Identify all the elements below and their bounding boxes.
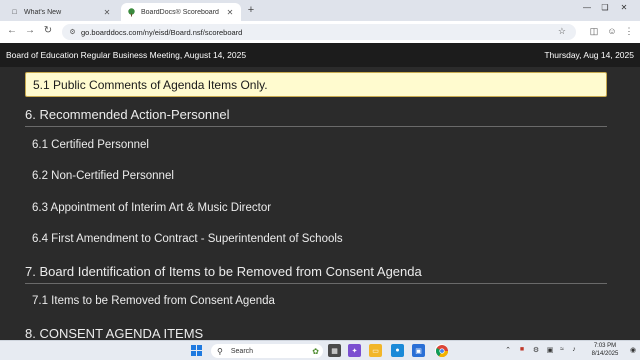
tab-title: BoardDocs® Scoreboard	[141, 8, 219, 16]
taskbar-clock[interactable]: 7:03 PM 8/14/2025	[584, 342, 626, 358]
forward-arrow-icon[interactable]: →	[24, 25, 36, 36]
windows-taskbar: ⚲ Search ✿ ▦ ✦ ▭ ● ▣ ⌃ ■ ⚙ ▣ ≈ ♪ 7:03 PM…	[0, 340, 640, 360]
scoreboard-page: Board of Education Regular Business Meet…	[0, 43, 640, 340]
edge-browser-icon[interactable]: ●	[391, 344, 404, 357]
search-highlight-icon: ✿	[312, 346, 319, 356]
volume-icon[interactable]: ♪	[569, 346, 579, 353]
search-placeholder: Search	[230, 347, 254, 355]
agenda-item: 7.1 Items to be Removed from Consent Age…	[32, 295, 275, 307]
window-close-icon[interactable]: ✕	[617, 3, 631, 12]
maximize-icon[interactable]: ❑	[598, 3, 612, 12]
windows-start-icon[interactable]	[190, 344, 203, 357]
wifi-icon[interactable]: ≈	[557, 346, 567, 353]
sidebar-panel-icon[interactable]: ◫	[588, 26, 600, 37]
close-tab-icon[interactable]: ✕	[225, 8, 235, 17]
network-icon[interactable]: ▣	[545, 346, 555, 354]
agenda-item: 6.4 First Amendment to Contract - Superi…	[32, 233, 343, 245]
close-tab-icon[interactable]: ✕	[102, 8, 112, 17]
chrome-browser-icon[interactable]	[435, 344, 448, 357]
site-info-icon[interactable]: ⚙	[68, 28, 77, 37]
file-explorer-icon[interactable]: ▭	[369, 344, 382, 357]
tab-title: What's New	[24, 8, 62, 16]
minimize-icon[interactable]: —	[580, 3, 594, 12]
profile-avatar-icon[interactable]: ☺	[606, 26, 618, 36]
copilot-icon[interactable]: ✦	[348, 344, 361, 357]
tab-boarddocs-scoreboard[interactable]: BoardDocs® Scoreboard ✕	[121, 3, 241, 21]
store-icon[interactable]: ▣	[412, 344, 425, 357]
address-bar[interactable]: ⚙ go.boarddocs.com/ny/eisd/Board.nsf/sco…	[62, 24, 576, 40]
boarddocs-tree-icon	[127, 7, 136, 17]
agenda-item: 6.3 Appointment of Interim Art & Music D…	[32, 202, 272, 214]
meeting-date: Thursday, Aug 14, 2025	[544, 50, 634, 60]
agenda-section: 6. Recommended Action-Personnel	[25, 107, 230, 122]
section-divider	[25, 126, 607, 127]
browser-menu-icon[interactable]: ⋮	[623, 26, 635, 37]
bookmark-star-icon[interactable]: ☆	[558, 26, 566, 37]
browser-toolbar: ← → ↻ ⚙ go.boarddocs.com/ny/eisd/Board.n…	[0, 21, 640, 43]
current-agenda-item-label: 5.1 Public Comments of Agenda Items Only…	[33, 77, 268, 92]
search-icon: ⚲	[217, 346, 223, 356]
current-agenda-item: 5.1 Public Comments of Agenda Items Only…	[25, 72, 607, 97]
agenda-item: 6.2 Non-Certified Personnel	[32, 170, 174, 182]
tray-app-icon[interactable]: ■	[517, 346, 527, 353]
section-divider	[25, 283, 607, 284]
reload-icon[interactable]: ↻	[42, 25, 54, 36]
widgets-icon[interactable]: ▦	[328, 344, 341, 357]
taskbar-search-input[interactable]: ⚲ Search ✿	[211, 344, 323, 358]
meeting-header: Board of Education Regular Business Meet…	[0, 43, 640, 67]
tab-whats-new[interactable]: □ What's New ✕	[4, 3, 118, 21]
clock-date: 8/14/2025	[591, 351, 619, 357]
show-hidden-icons-icon[interactable]: ⌃	[503, 346, 513, 354]
browser-tab-strip: □ What's New ✕ BoardDocs® Scoreboard ✕ +…	[0, 0, 640, 21]
meeting-title: Board of Education Regular Business Meet…	[6, 50, 247, 60]
whats-new-favicon-icon: □	[12, 8, 17, 16]
back-arrow-icon[interactable]: ←	[6, 25, 18, 36]
agenda-section: 8. CONSENT AGENDA ITEMS	[25, 326, 204, 340]
clock-time: 7:03 PM	[593, 343, 617, 349]
new-tab-plus-icon[interactable]: +	[245, 4, 257, 16]
notifications-bell-icon[interactable]: ◉	[628, 346, 638, 354]
agenda-item: 6.1 Certified Personnel	[32, 139, 149, 151]
url-text: go.boarddocs.com/ny/eisd/Board.nsf/score…	[81, 27, 243, 37]
agenda-section: 7. Board Identification of Items to be R…	[25, 264, 422, 279]
tray-app-icon[interactable]: ⚙	[531, 346, 541, 354]
